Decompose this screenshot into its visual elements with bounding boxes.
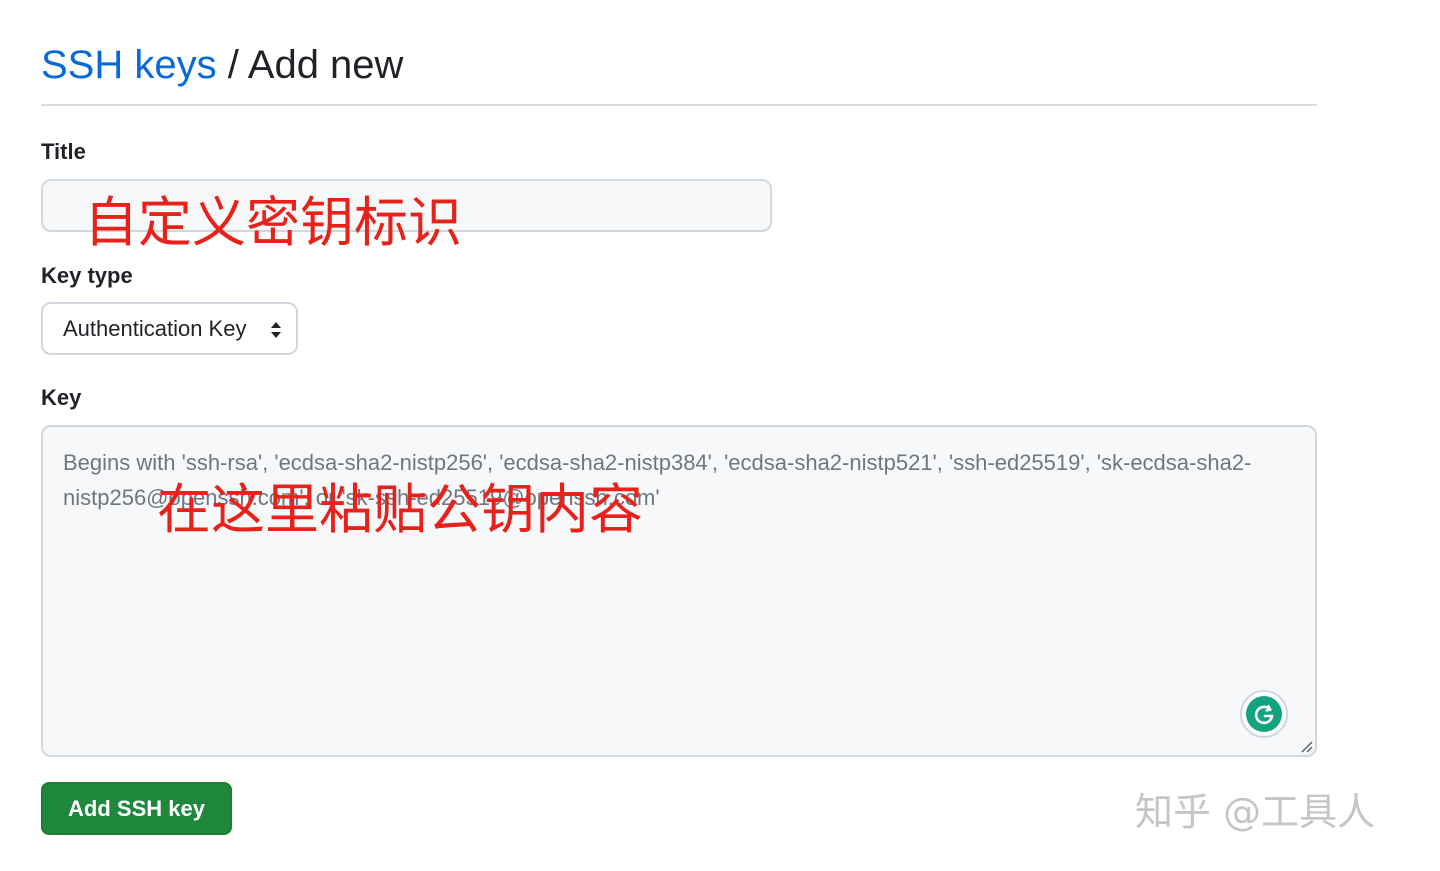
- breadcrumb-separator-text: /: [227, 43, 239, 87]
- title-input[interactable]: [41, 179, 772, 232]
- key-label: Key: [41, 385, 82, 410]
- key-type-label: Key type: [41, 263, 133, 288]
- page-title: Add new: [247, 43, 404, 87]
- breadcrumb-separator: /: [228, 43, 248, 87]
- watermark: 知乎 @工具人: [1135, 790, 1376, 834]
- key-type-select[interactable]: Authentication Key: [41, 302, 298, 355]
- key-type-selected-value: Authentication Key: [63, 315, 247, 341]
- grammarly-g-glyph: [1254, 704, 1274, 725]
- page-header: SSH keys / Add new: [41, 38, 1317, 106]
- grammarly-button[interactable]: [1240, 690, 1288, 738]
- resize-handle-icon[interactable]: [1299, 739, 1313, 753]
- breadcrumb-ssh-keys-link[interactable]: SSH keys: [41, 43, 217, 87]
- title-label: Title: [41, 139, 86, 164]
- add-ssh-key-button[interactable]: Add SSH key: [41, 782, 232, 835]
- grammarly-icon: [1246, 696, 1282, 732]
- key-textarea[interactable]: Begins with 'ssh-rsa', 'ecdsa-sha2-nistp…: [41, 425, 1317, 757]
- chevron-up-down-icon: [271, 322, 281, 338]
- key-placeholder: Begins with 'ssh-rsa', 'ecdsa-sha2-nistp…: [63, 450, 1252, 510]
- add-ssh-key-page: SSH keys / Add new Title Key type Authen…: [0, 0, 1440, 871]
